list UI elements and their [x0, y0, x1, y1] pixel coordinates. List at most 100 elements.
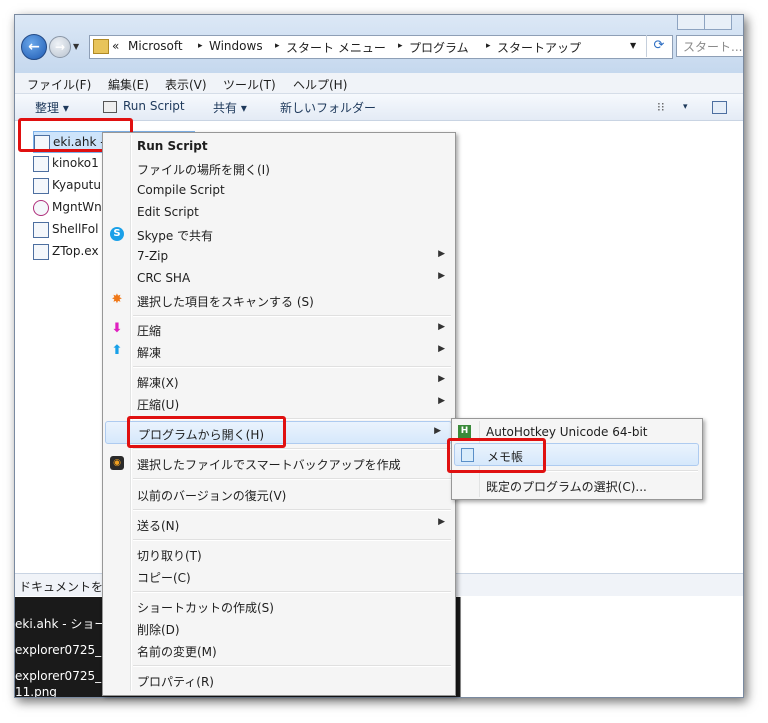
menu-item-open-location[interactable]: ファイルの場所を開く(I) [103, 157, 455, 179]
menu-item-label: AutoHotkey Unicode 64-bit [486, 425, 648, 439]
menu-item-rename[interactable]: 名前の変更(M) [103, 639, 455, 661]
submenu-arrow-icon: ▶ [438, 344, 445, 354]
menu-item-cut[interactable]: 切り取り(T) [103, 543, 455, 565]
menu-tools[interactable]: ツール(T) [223, 76, 276, 93]
menu-item-compress-u[interactable]: 圧縮(U) ▶ [103, 392, 455, 414]
breadcrumb-programs[interactable]: プログラム [409, 39, 469, 56]
menu-item-label: 既定のプログラムの選択(C)... [486, 480, 647, 494]
menu-item-label: 選択した項目をスキャンする (S) [137, 295, 314, 309]
task-item[interactable]: 11.png [15, 685, 57, 697]
share-button[interactable]: 共有 ▾ [213, 99, 247, 116]
title-bar: ← → ▼ « Microsoft ▸ Windows ▸ スタート メニュー … [15, 15, 743, 73]
menu-item-properties[interactable]: プロパティ(R) [103, 669, 455, 691]
breadcrumb-separator[interactable]: ▸ [275, 41, 280, 51]
file-name: kinoko1 [52, 156, 99, 170]
minimize-button[interactable] [677, 15, 705, 30]
maximize-button[interactable] [704, 15, 732, 30]
task-item[interactable]: explorer0725_1 [15, 643, 109, 657]
task-item[interactable]: explorer0725_1 [15, 669, 109, 683]
menu-file[interactable]: ファイル(F) [27, 76, 91, 93]
submenu-arrow-icon: ▶ [438, 517, 445, 527]
breadcrumb-separator[interactable]: ▸ [198, 41, 203, 51]
menu-separator [133, 509, 451, 511]
background-window-blank [460, 597, 743, 697]
breadcrumb-separator[interactable]: ▸ [486, 41, 491, 51]
menu-item-label: Run Script [137, 139, 208, 153]
menu-item-edit-script[interactable]: Edit Script [103, 201, 455, 223]
menu-item-label: 解凍 [137, 346, 162, 360]
menu-separator [133, 448, 451, 450]
address-prefix[interactable]: « [112, 39, 119, 53]
open-with-highlight-box [127, 416, 286, 448]
forward-button[interactable]: → [49, 36, 71, 58]
organize-button[interactable]: 整理 ▾ [35, 99, 69, 116]
autohotkey-icon: H [458, 425, 471, 438]
menu-item-send-to[interactable]: 送る(N) ▶ [103, 513, 455, 535]
preview-pane-icon[interactable] [712, 101, 727, 114]
menu-item-copy[interactable]: コピー(C) [103, 565, 455, 587]
view-options-icon[interactable]: ⁝⁝ [657, 100, 665, 114]
address-dropdown-icon[interactable]: ▼ [630, 41, 636, 50]
menu-item-label: ショートカットの作成(S) [137, 601, 274, 615]
menu-item-label: 解凍(X) [137, 376, 179, 390]
compress-arrow-icon: ⬇ [111, 321, 123, 336]
menu-item-label: 送る(N) [137, 519, 180, 533]
refresh-icon: ⟳ [653, 38, 665, 53]
menu-item-run-script[interactable]: Run Script [103, 135, 455, 157]
menu-item-skype-share[interactable]: S Skype で共有 [103, 223, 455, 245]
menu-item-smart-backup[interactable]: ◉ 選択したファイルでスマートバックアップを作成 [103, 452, 455, 474]
address-bar[interactable]: « Microsoft ▸ Windows ▸ スタート メニュー ▸ プログラ… [89, 35, 673, 59]
menu-item-label: Skype で共有 [137, 229, 214, 243]
menu-item-label: 削除(D) [137, 623, 180, 637]
breadcrumb-separator[interactable]: ▸ [398, 41, 403, 51]
forward-arrow-icon: → [54, 40, 66, 54]
menu-item-extract-x[interactable]: 解凍(X) ▶ [103, 370, 455, 392]
menu-separator [133, 366, 451, 368]
search-input[interactable]: スタート... [676, 35, 743, 57]
menu-item-label: 7-Zip [137, 249, 169, 263]
breadcrumb-start-menu[interactable]: スタート メニュー [286, 39, 386, 56]
submenu-arrow-icon: ▶ [434, 426, 441, 436]
menu-edit[interactable]: 編集(E) [108, 76, 149, 93]
menu-item-label: 圧縮 [137, 324, 162, 338]
submenu-arrow-icon: ▶ [438, 249, 445, 259]
menu-item-restore-previous[interactable]: 以前のバージョンの復元(V) [103, 483, 455, 505]
refresh-button[interactable]: ⟳ [646, 35, 671, 57]
menu-item-crc-sha[interactable]: CRC SHA ▶ [103, 267, 455, 289]
menu-item-extract[interactable]: ⬆ 解凍 ▶ [103, 340, 455, 362]
menu-separator [133, 665, 451, 667]
task-item[interactable]: eki.ahk - ショー [15, 615, 106, 632]
view-options-dropdown[interactable]: ▾ [683, 102, 688, 112]
breadcrumb-startup[interactable]: スタートアップ [497, 39, 581, 56]
breadcrumb-windows[interactable]: Windows [209, 39, 263, 53]
backup-icon: ◉ [110, 456, 124, 470]
menu-item-label: CRC SHA [137, 271, 191, 285]
submenu-arrow-icon: ▶ [438, 271, 445, 281]
shortcut-icon [33, 156, 49, 172]
shortcut-icon [33, 200, 49, 216]
menu-item-compile-script[interactable]: Compile Script [103, 179, 455, 201]
shortcut-icon [33, 222, 49, 238]
file-name: ZTop.ex [52, 244, 99, 258]
menu-item-label: Edit Script [137, 205, 199, 219]
menu-item-scan[interactable]: ✸ 選択した項目をスキャンする (S) [103, 289, 455, 311]
run-script-button[interactable]: Run Script [123, 99, 185, 113]
menu-item-label: Compile Script [137, 183, 225, 197]
new-folder-button[interactable]: 新しいフォルダー [280, 99, 376, 116]
menu-item-7zip[interactable]: 7-Zip ▶ [103, 245, 455, 267]
antivirus-icon: ✸ [111, 292, 123, 307]
menu-item-compress[interactable]: ⬇ 圧縮 ▶ [103, 318, 455, 340]
menu-view[interactable]: 表示(V) [165, 76, 207, 93]
menu-item-label: 選択したファイルでスマートバックアップを作成 [137, 458, 401, 472]
menu-item-create-shortcut[interactable]: ショートカットの作成(S) [103, 595, 455, 617]
menu-item-label: ファイルの場所を開く(I) [137, 163, 270, 177]
file-name: MgntWn [52, 200, 102, 214]
back-button[interactable]: ← [21, 34, 47, 60]
menu-item-delete[interactable]: 削除(D) [103, 617, 455, 639]
breadcrumb-microsoft[interactable]: Microsoft [128, 39, 183, 53]
menu-help[interactable]: ヘルプ(H) [293, 76, 347, 93]
menu-item-label: プロパティ(R) [137, 675, 214, 689]
submenu-item-choose-default[interactable]: 既定のプログラムの選択(C)... [452, 474, 702, 496]
recent-pages-icon[interactable]: ▼ [73, 42, 79, 51]
status-text: ドキュメントを [19, 580, 104, 594]
